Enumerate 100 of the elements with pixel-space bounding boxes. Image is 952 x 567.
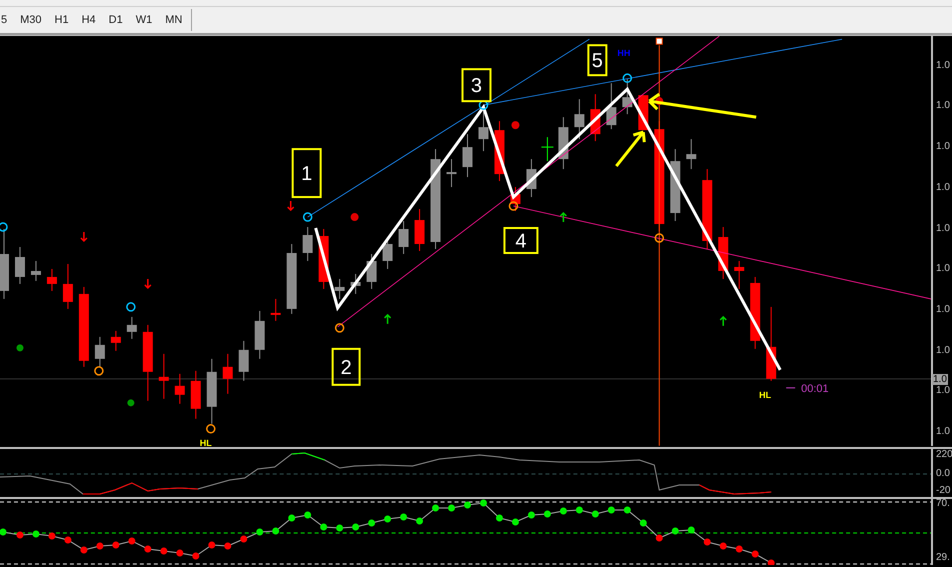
swing-high-marker: [0, 222, 8, 232]
candlestick: [334, 278, 345, 300]
candlestick: [62, 263, 73, 310]
candlestick: [366, 253, 377, 290]
swing-high-marker: [126, 302, 136, 312]
candlestick: [558, 116, 568, 170]
countdown-timer: 00:01: [801, 382, 829, 395]
wave-number: 1: [301, 163, 312, 186]
up-arrow-icon: [719, 316, 727, 327]
candlestick: [174, 373, 185, 404]
candlestick: [190, 370, 201, 420]
timeframe-button[interactable]: H4: [76, 12, 101, 28]
candlestick: [398, 220, 409, 254]
swing-label: HL: [759, 390, 772, 400]
axis-label: 29.: [936, 553, 950, 563]
candlestick: [350, 273, 361, 294]
candlestick: [718, 226, 728, 280]
candlestick: [126, 316, 137, 340]
candlestick: [590, 94, 600, 142]
swing-high-marker: [302, 212, 312, 222]
candlestick: [734, 260, 744, 290]
timeframe-button[interactable]: H1: [50, 12, 74, 28]
axis-label: 1.0: [936, 427, 950, 437]
down-arrow-icon: [286, 200, 294, 212]
timeframe-button[interactable]: M30: [15, 12, 47, 28]
signal-dot: [127, 399, 134, 406]
swing-label: HL: [200, 438, 212, 446]
axis-label: 1.0: [936, 61, 950, 71]
wave-label-frame: [462, 68, 492, 102]
candlestick: [526, 158, 536, 198]
wave-label-frame: [332, 348, 361, 386]
candlestick: [510, 186, 520, 212]
axis-label: 1.0: [936, 264, 950, 274]
candlestick: [158, 353, 169, 400]
candlestick: [446, 158, 456, 188]
signal-dot: [350, 213, 359, 222]
candlestick: [622, 78, 632, 115]
wave-label-frame: [587, 44, 608, 76]
wave-label-frame: [503, 227, 538, 254]
candlestick: [222, 353, 233, 394]
up-arrow-icon: [384, 314, 392, 325]
candlestick: [574, 98, 584, 140]
candlestick: [0, 228, 9, 300]
axis-label: 1.0: [936, 183, 950, 193]
signal-dot: [655, 97, 664, 106]
candlestick: [494, 120, 504, 182]
down-arrow-icon: [144, 278, 152, 290]
candlestick: [238, 340, 249, 382]
signal-dot: [16, 344, 24, 352]
axis-label: -20: [936, 486, 950, 496]
timeframe-button[interactable]: MN: [160, 12, 188, 28]
candlestick: [302, 226, 313, 262]
down-arrow-icon: [80, 231, 88, 242]
swing-high-marker: [478, 100, 488, 110]
candlestick: [686, 138, 696, 170]
up-arrow-icon: [560, 212, 568, 223]
candlestick: [46, 268, 57, 292]
axis-label: 220: [936, 450, 952, 460]
wave-label-frame: [292, 148, 322, 198]
swing-low-marker: [94, 366, 104, 376]
axis-label: 1.0: [936, 386, 950, 396]
swing-low-marker: [508, 201, 518, 211]
candlestick: [14, 246, 25, 284]
wave-number: 5: [592, 50, 603, 72]
swing-label: HH: [617, 48, 630, 58]
axis-label: 1.0: [936, 142, 950, 152]
candlestick: [206, 358, 217, 424]
candlestick: [270, 298, 281, 322]
axis-label: 70.: [936, 499, 950, 509]
axis-label: 1.0: [936, 346, 950, 356]
axis-label: 0.0: [936, 469, 950, 479]
current-price-label: 1.0: [932, 374, 948, 385]
cross-marker: [540, 136, 554, 162]
wave-number: 3: [470, 75, 482, 98]
arrow-annotation: [614, 130, 646, 168]
line-handle[interactable]: [656, 38, 663, 45]
swing-low-marker: [334, 323, 344, 333]
candlestick: [318, 228, 329, 290]
swing-high-marker: [622, 73, 632, 83]
candlestick: [110, 330, 121, 352]
wave-number: 2: [340, 356, 352, 379]
swing-low-marker: [206, 424, 216, 434]
timeframe-button[interactable]: D1: [104, 12, 128, 28]
candlestick: [606, 82, 616, 130]
axis-label: 1.0: [936, 305, 950, 315]
candlestick: [462, 134, 472, 178]
timer-dash: [786, 387, 796, 388]
swing-low-marker: [654, 233, 664, 243]
signal-dot: [511, 121, 520, 130]
axis-label: 1.0: [936, 101, 950, 111]
candlestick: [478, 110, 488, 152]
wave-number: 4: [515, 230, 526, 252]
candlestick: [30, 260, 41, 282]
candlestick: [414, 208, 425, 252]
axis-label: 1.0: [936, 224, 950, 234]
timeframe-button[interactable]: W1: [130, 12, 158, 28]
candlestick: [94, 336, 105, 368]
timeframe-button[interactable]: 5: [0, 12, 12, 28]
candlestick: [286, 244, 297, 314]
candlestick: [254, 310, 265, 360]
